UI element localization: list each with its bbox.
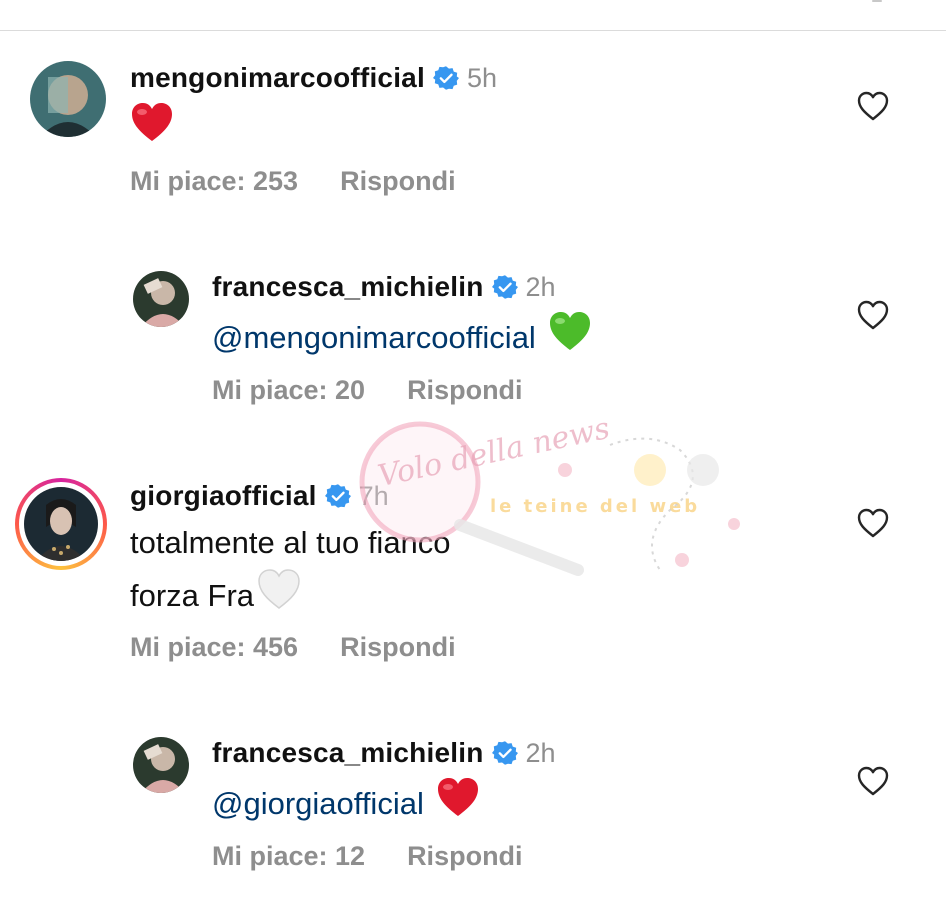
avatar[interactable] [133,271,189,327]
timestamp: 7h [358,480,389,511]
avatar [24,487,98,561]
watermark-logo-text: Volo della news [375,420,613,494]
red-heart-icon [130,101,174,157]
likes-count[interactable]: Mi piace: 12 [212,841,365,872]
like-heart-icon[interactable] [856,764,890,798]
like-heart-icon[interactable] [856,506,890,540]
like-heart-icon[interactable] [856,298,890,332]
timestamp: 2h [525,737,556,768]
comment-text-line: forza Fra [130,578,255,613]
red-heart-icon [436,776,480,832]
likes-count[interactable]: Mi piace: 253 [130,166,298,197]
username[interactable]: francesca_michielin [212,271,484,303]
reply-button[interactable]: Rispondi [407,375,523,406]
top-edge-mark [872,0,882,2]
reply-button[interactable]: Rispondi [340,166,456,197]
timestamp: 2h [525,271,556,302]
avatar[interactable] [133,737,189,793]
mention-link[interactable]: @giorgiaofficial [212,780,424,828]
likes-count[interactable]: Mi piace: 20 [212,375,365,406]
avatar-story-ring[interactable] [15,478,107,570]
comment-text-line: totalmente al tuo fianco [130,525,451,560]
username[interactable]: mengonimarcoofficial [130,62,425,94]
reply-button[interactable]: Rispondi [340,632,456,663]
like-heart-icon[interactable] [856,89,890,123]
verified-badge-icon [491,275,518,299]
username[interactable]: francesca_michielin [212,737,484,769]
verified-badge-icon [324,484,351,508]
reply-button[interactable]: Rispondi [407,841,523,872]
username[interactable]: giorgiaofficial [130,480,317,512]
likes-count[interactable]: Mi piace: 456 [130,632,298,663]
top-divider [0,30,946,31]
green-heart-icon [548,310,592,366]
verified-badge-icon [491,741,518,765]
timestamp: 5h [466,62,497,93]
watermark-banner-text: le teine del web [490,496,700,517]
verified-badge-icon [432,66,459,90]
white-heart-icon [256,567,302,625]
mention-link[interactable]: @mengonimarcoofficial [212,314,536,362]
avatar[interactable] [30,61,106,137]
